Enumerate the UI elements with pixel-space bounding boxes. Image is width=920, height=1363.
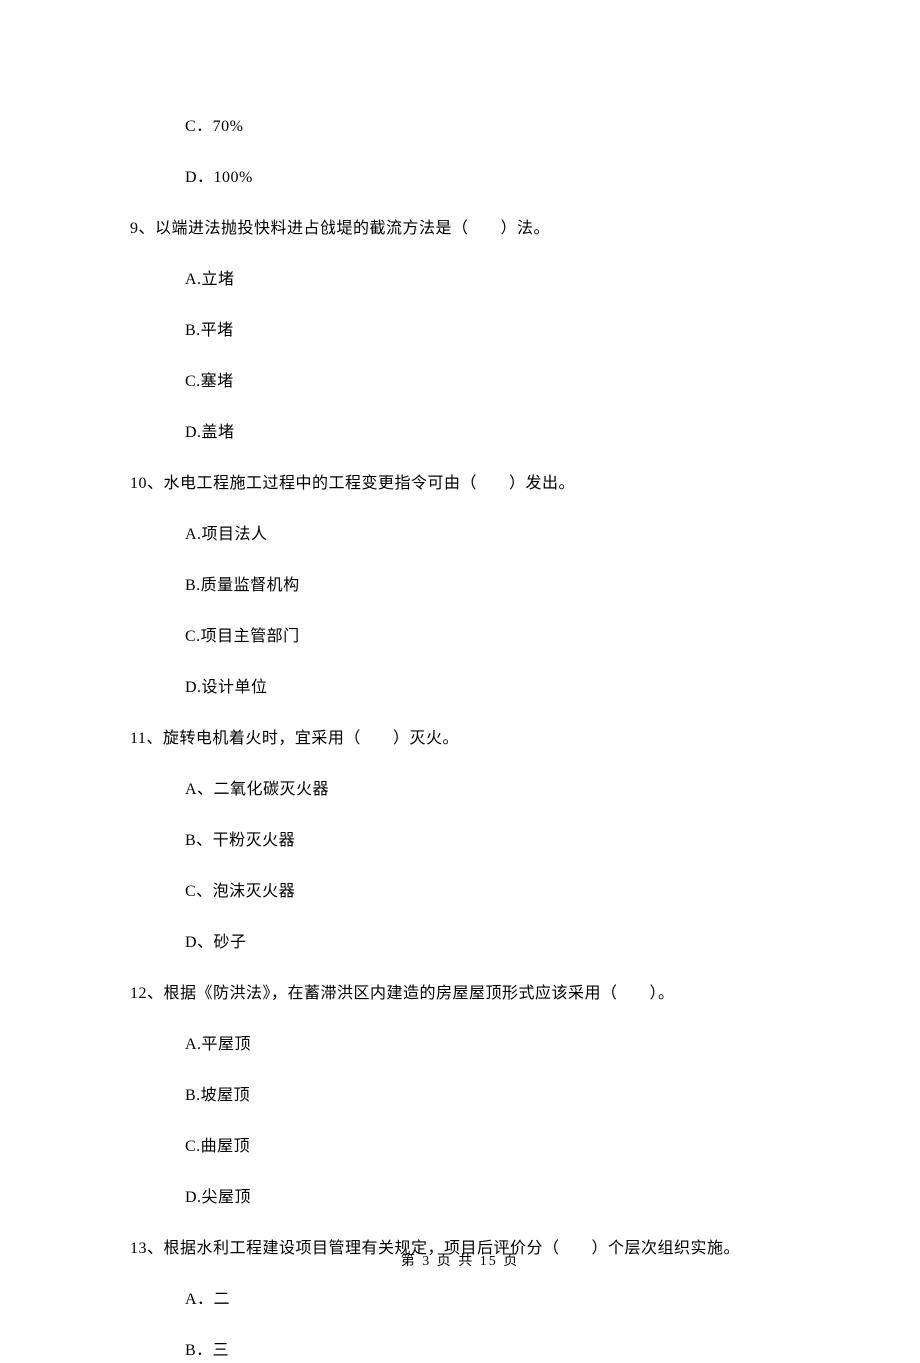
q8-option-d: D．100% (185, 166, 790, 190)
q11-stem-pre: 11、旋转电机着火时，宜采用（ (130, 730, 361, 747)
q11-stem-post: ）灭火。 (393, 730, 459, 747)
q10-blank (477, 472, 509, 496)
q12-stem-pre: 12、根据《防洪法》，在蓄滞洪区内建造的房屋屋顶形式应该采用（ (130, 985, 618, 1002)
page-footer: 第 3 页 共 15 页 (0, 1251, 920, 1272)
q9-option-a: A.立堵 (185, 268, 790, 292)
q12-option-c: C.曲屋顶 (185, 1135, 790, 1159)
q9-blank (469, 217, 501, 241)
q11-option-c: C、泡沫灭火器 (185, 880, 790, 904)
q8-option-c: C．70% (185, 115, 790, 139)
q10-option-a: A.项目法人 (185, 523, 790, 547)
q12-option-a: A.平屋顶 (185, 1033, 790, 1057)
q12-blank (618, 982, 650, 1006)
q10-option-d: D.设计单位 (185, 676, 790, 700)
q11-option-d: D、砂子 (185, 931, 790, 955)
q10-option-b: B.质量监督机构 (185, 574, 790, 598)
q9-stem-post: ）法。 (501, 220, 551, 237)
q9-stem-pre: 9、以端进法抛投快料进占戗堤的截流方法是（ (130, 220, 469, 237)
q9-option-c: C.塞堵 (185, 370, 790, 394)
q10-stem: 10、水电工程施工过程中的工程变更指令可由（ ）发出。 (130, 472, 790, 496)
q9-stem: 9、以端进法抛投快料进占戗堤的截流方法是（ ）法。 (130, 217, 790, 241)
q11-blank (361, 727, 393, 751)
q12-option-b: B.坡屋顶 (185, 1084, 790, 1108)
q9-option-b: B.平堵 (185, 319, 790, 343)
q9-option-d: D.盖堵 (185, 421, 790, 445)
document-content: C．70% D．100% 9、以端进法抛投快料进占戗堤的截流方法是（ ）法。 A… (0, 0, 920, 1363)
q13-option-a: A．二 (185, 1288, 790, 1312)
q11-option-a: A、二氧化碳灭火器 (185, 778, 790, 802)
q12-stem: 12、根据《防洪法》，在蓄滞洪区内建造的房屋屋顶形式应该采用（ ）。 (130, 982, 790, 1006)
q11-option-b: B、干粉灭火器 (185, 829, 790, 853)
q10-option-c: C.项目主管部门 (185, 625, 790, 649)
q12-option-d: D.尖屋顶 (185, 1186, 790, 1210)
q12-stem-post: ）。 (650, 985, 675, 1002)
q10-stem-post: ）发出。 (509, 475, 575, 492)
q11-stem: 11、旋转电机着火时，宜采用（ ）灭火。 (130, 727, 790, 751)
q10-stem-pre: 10、水电工程施工过程中的工程变更指令可由（ (130, 475, 477, 492)
q13-option-b: B．三 (185, 1339, 790, 1363)
